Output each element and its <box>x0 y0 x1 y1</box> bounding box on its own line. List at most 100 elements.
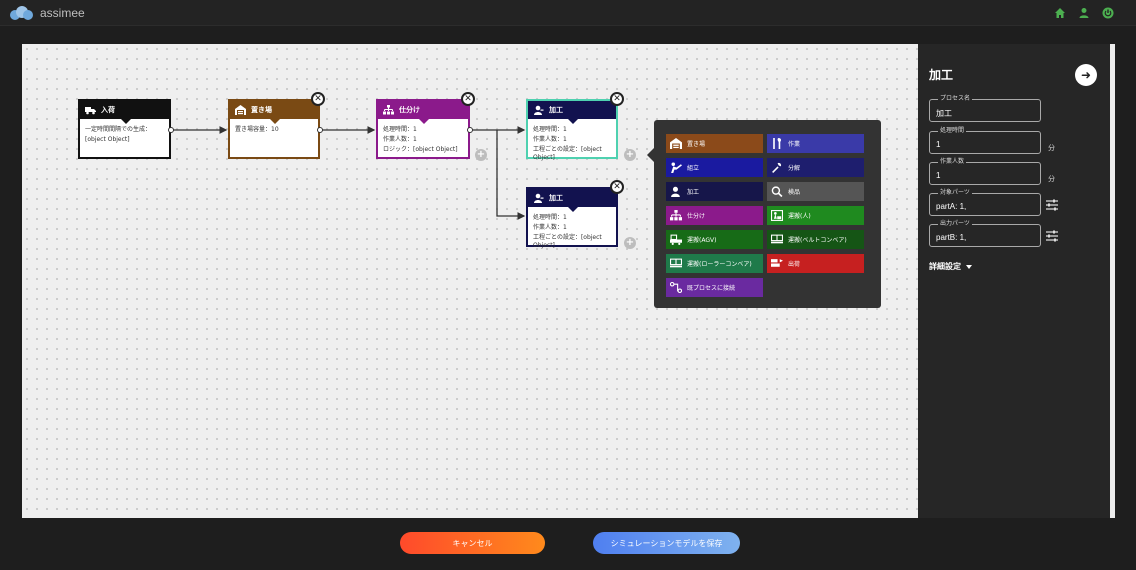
palette-item-storage[interactable]: 置き場 <box>666 134 763 153</box>
field-value: 1 <box>936 171 941 180</box>
node-title: 仕分け <box>399 106 420 114</box>
close-node-button[interactable]: ✕ <box>461 92 475 106</box>
palette-item-label: 出荷 <box>788 261 801 268</box>
node-line: 作業人数：1 <box>533 224 567 231</box>
carry-icon <box>771 210 783 221</box>
worker-icon <box>534 105 544 115</box>
palette-item-label: 既プロセスに接続 <box>687 285 736 292</box>
node-line: 処理時間：1 <box>533 214 567 221</box>
agv-icon <box>670 234 682 245</box>
field-unit: 分 <box>1048 144 1055 152</box>
field-unit: 分 <box>1048 175 1055 183</box>
palette-item-carry-agv[interactable]: 運搬(AGV) <box>666 230 763 249</box>
add-process-button[interactable]: + <box>475 149 487 161</box>
target-parts-field[interactable]: 対象パーツ partA: 1, <box>929 189 1041 216</box>
user-icon[interactable] <box>1078 7 1090 19</box>
node-title: 加工 <box>549 106 563 114</box>
node-header: 入荷 <box>80 101 169 124</box>
process-palette: 置き場 作業 組立 分解 加工 検品 仕分け 運搬(人) 運搬(AGV) 運搬(… <box>647 120 881 308</box>
output-parts-field[interactable]: 出力パーツ partB: 1, <box>929 220 1041 247</box>
field-label: 処理時間 <box>938 127 967 135</box>
close-node-button[interactable]: ✕ <box>610 180 624 194</box>
sort-icon <box>670 210 682 221</box>
home-icon[interactable] <box>1054 7 1066 19</box>
worker-icon <box>534 193 544 203</box>
palette-item-label: 組立 <box>687 165 700 172</box>
node-line: 処理時間：1 <box>383 126 417 133</box>
power-icon[interactable] <box>1102 7 1114 19</box>
process-node-machining-selected[interactable]: 加工 処理時間：1 作業人数：1 工程ごとの設定：[object Object] <box>526 99 618 161</box>
palette-item-label: 運搬(ベルトコンベア) <box>788 237 847 244</box>
brand[interactable]: assimee <box>10 5 85 21</box>
add-process-button[interactable]: + <box>624 149 636 161</box>
palette-item-machining[interactable]: 加工 <box>666 182 763 201</box>
save-model-button[interactable]: シミュレーションモデルを保存 <box>593 532 740 554</box>
node-title: 置き場 <box>251 106 272 114</box>
disassemble-icon <box>772 162 782 173</box>
panel-title: 加工 <box>929 68 954 82</box>
tune-icon[interactable] <box>1045 230 1059 242</box>
palette-item-carry-roller[interactable]: 運搬(ローラーコンベア) <box>666 254 763 273</box>
node-header: 置き場 <box>230 101 318 124</box>
palette-item-label: 運搬(AGV) <box>687 237 717 244</box>
field-label: 作業人数 <box>938 158 967 166</box>
field-label: 対象パーツ <box>938 189 972 197</box>
tools-icon <box>773 138 782 149</box>
detail-settings-label: 詳細設定 <box>929 262 961 271</box>
node-title: 入荷 <box>101 106 115 114</box>
node-line: 処理時間：1 <box>533 126 567 133</box>
node-header: 仕分け <box>378 101 468 124</box>
assimee-logo <box>10 6 34 20</box>
palette-item-disassemble[interactable]: 分解 <box>767 158 864 177</box>
node-header: 加工 <box>528 101 616 124</box>
palette-item-label: 運搬(人) <box>788 213 811 220</box>
palette-item-carry-person[interactable]: 運搬(人) <box>767 206 864 225</box>
palette-item-connect-existing[interactable]: 既プロセスに接続 <box>666 278 763 297</box>
app-name: assimee <box>40 6 85 20</box>
palette-item-work[interactable]: 作業 <box>767 134 864 153</box>
node-line: ロジック：[object Object] <box>383 146 458 153</box>
worker-icon <box>671 186 680 197</box>
palette-item-label: 作業 <box>788 141 801 148</box>
cancel-button[interactable]: キャンセル <box>400 532 545 554</box>
palette-item-label: 検品 <box>788 189 801 196</box>
output-port[interactable] <box>168 127 174 133</box>
detail-settings-toggle[interactable]: 詳細設定 <box>929 261 972 272</box>
node-line: 作業人数：1 <box>533 136 567 143</box>
conveyor-icon <box>771 234 783 244</box>
output-port[interactable] <box>317 127 323 133</box>
field-label: プロセス名 <box>938 95 973 103</box>
field-value: 1 <box>936 140 941 149</box>
collapse-panel-button[interactable]: ➜ <box>1075 64 1097 86</box>
palette-item-label: 分解 <box>788 165 801 172</box>
node-line: 作業人数：1 <box>383 136 417 143</box>
connect-icon <box>670 282 682 293</box>
conveyor-icon <box>670 258 682 268</box>
palette-item-label: 置き場 <box>687 141 706 148</box>
processing-time-field[interactable]: 処理時間 1 <box>929 127 1041 154</box>
output-port[interactable] <box>467 127 473 133</box>
panel-scrollbar[interactable] <box>1110 44 1115 518</box>
process-node-storage[interactable]: 置き場 置き場容量：10 <box>228 99 320 159</box>
field-value: 加工 <box>936 109 952 118</box>
node-title: 加工 <box>549 194 563 202</box>
add-process-button[interactable]: + <box>624 237 636 249</box>
process-name-field[interactable]: プロセス名 加工 <box>929 95 1041 122</box>
close-node-button[interactable]: ✕ <box>311 92 325 106</box>
palette-item-assembly[interactable]: 組立 <box>666 158 763 177</box>
process-node-inbound[interactable]: 入荷 一定時間間隔での生成： [object Object] <box>78 99 171 159</box>
palette-item-inspection[interactable]: 検品 <box>767 182 864 201</box>
close-node-button[interactable]: ✕ <box>610 92 624 106</box>
top-bar: assimee <box>0 0 1136 26</box>
process-node-machining[interactable]: 加工 処理時間：1 作業人数：1 工程ごとの設定：[object Object] <box>526 187 618 249</box>
node-header: 加工 <box>528 189 616 212</box>
palette-item-sort[interactable]: 仕分け <box>666 206 763 225</box>
assembly-icon <box>671 162 682 173</box>
palette-item-carry-belt[interactable]: 運搬(ベルトコンベア) <box>767 230 864 249</box>
warehouse-icon <box>235 105 246 115</box>
worker-count-field[interactable]: 作業人数 1 <box>929 158 1041 185</box>
chevron-down-icon <box>966 264 972 269</box>
palette-item-shipping[interactable]: 出荷 <box>767 254 864 273</box>
tune-icon[interactable] <box>1045 199 1059 211</box>
process-node-sort[interactable]: 仕分け 処理時間：1 作業人数：1 ロジック：[object Object] <box>376 99 470 159</box>
